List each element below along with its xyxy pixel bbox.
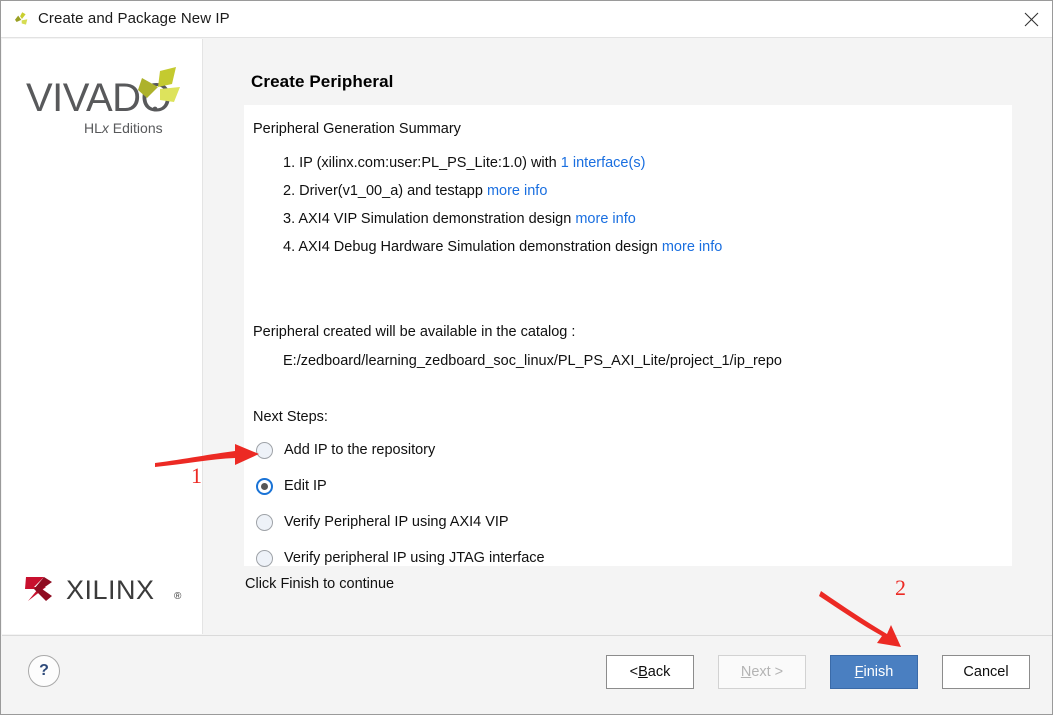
title-bar: Create and Package New IP bbox=[1, 1, 1052, 38]
summary-item-4: 4. AXI4 Debug Hardware Simulation demons… bbox=[283, 239, 722, 255]
radio-indicator-selected[interactable] bbox=[256, 477, 273, 495]
summary-item-2-link[interactable]: more info bbox=[487, 183, 547, 199]
summary-item-2-number: 2. bbox=[283, 183, 296, 199]
radio-label: Verify peripheral IP using JTAG interfac… bbox=[284, 550, 545, 566]
finish-button-accel: F bbox=[854, 664, 864, 680]
vivado-pinwheel-icon bbox=[12, 10, 32, 30]
summary-item-2: 2. Driver(v1_00_a) and testapp more info bbox=[283, 183, 547, 199]
next-button: Next > bbox=[718, 655, 806, 689]
back-button-post: ack bbox=[647, 664, 671, 680]
summary-item-3-number: 3. bbox=[283, 211, 296, 227]
back-button-accel: B bbox=[638, 664, 648, 680]
back-button-pre: < bbox=[629, 664, 639, 680]
xilinx-logo: XILINX ® bbox=[22, 569, 187, 609]
xilinx-wordmark: XILINX bbox=[66, 575, 155, 605]
sidebar-branding-panel: VIVADO HLx Editions XILINX ® bbox=[2, 39, 203, 634]
summary-item-4-link[interactable]: more info bbox=[662, 239, 722, 255]
summary-item-4-number: 4. bbox=[283, 239, 296, 255]
close-icon[interactable] bbox=[1008, 1, 1052, 37]
window-title: Create and Package New IP bbox=[38, 10, 230, 27]
radio-label: Edit IP bbox=[284, 478, 327, 494]
summary-item-2-text: Driver(v1_00_a) and testapp bbox=[299, 183, 487, 199]
next-button-accel: N bbox=[740, 664, 752, 680]
main-content: Create Peripheral Peripheral Generation … bbox=[203, 39, 1052, 634]
cancel-button-label: Cancel bbox=[963, 664, 1009, 680]
summary-item-1: 1. IP (xilinx.com:user:PL_PS_Lite:1.0) w… bbox=[283, 155, 645, 171]
summary-item-1-link[interactable]: 1 interface(s) bbox=[561, 155, 646, 171]
summary-item-1-text: IP (xilinx.com:user:PL_PS_Lite:1.0) with bbox=[299, 155, 561, 171]
finish-button-post: inish bbox=[863, 664, 894, 680]
catalog-path: E:/zedboard/learning_zedboard_soc_linux/… bbox=[283, 353, 782, 369]
radio-indicator[interactable] bbox=[256, 513, 273, 531]
finish-button[interactable]: Finish bbox=[830, 655, 918, 689]
xilinx-registered-mark: ® bbox=[174, 591, 182, 602]
cancel-button[interactable]: Cancel bbox=[942, 655, 1030, 689]
dialog-footer: ? < Back Next > Finish Cancel bbox=[2, 635, 1052, 714]
radio-option-add-ip-to-repository[interactable]: Add IP to the repository bbox=[256, 439, 435, 461]
summary-item-3-text: AXI4 VIP Simulation demonstration design bbox=[298, 211, 576, 227]
radio-indicator[interactable] bbox=[256, 549, 273, 567]
radio-option-verify-peripheral-ip-axi4-vip[interactable]: Verify Peripheral IP using AXI4 VIP bbox=[256, 511, 509, 533]
annotation-number-1: 1 bbox=[191, 463, 202, 488]
radio-indicator[interactable] bbox=[256, 441, 273, 459]
page-title: Create Peripheral bbox=[251, 72, 394, 91]
click-finish-hint: Click Finish to continue bbox=[245, 576, 395, 592]
help-button[interactable]: ? bbox=[28, 655, 60, 687]
summary-item-3-link[interactable]: more info bbox=[575, 211, 635, 227]
summary-item-1-number: 1. bbox=[283, 155, 296, 171]
summary-item-3: 3. AXI4 VIP Simulation demonstration des… bbox=[283, 211, 636, 227]
radio-label: Verify Peripheral IP using AXI4 VIP bbox=[284, 514, 509, 530]
vivado-subtitle: HLx Editions bbox=[84, 120, 163, 136]
create-and-package-new-ip-dialog: Create and Package New IP VIVADO HLx Edi… bbox=[0, 0, 1053, 715]
vivado-logo: VIVADO HLx Editions bbox=[24, 65, 184, 139]
radio-option-edit-ip[interactable]: Edit IP bbox=[256, 475, 327, 497]
radio-option-verify-peripheral-ip-jtag[interactable]: Verify peripheral IP using JTAG interfac… bbox=[256, 547, 545, 569]
back-button[interactable]: < Back bbox=[606, 655, 694, 689]
summary-heading: Peripheral Generation Summary bbox=[253, 121, 461, 137]
summary-panel: Peripheral Generation Summary 1. IP (xil… bbox=[244, 105, 1012, 569]
radio-label: Add IP to the repository bbox=[284, 442, 436, 458]
next-steps-label: Next Steps: bbox=[253, 409, 328, 425]
catalog-availability-text: Peripheral created will be available in … bbox=[253, 324, 576, 340]
next-button-post: ext > bbox=[751, 664, 784, 680]
summary-item-4-text: AXI4 Debug Hardware Simulation demonstra… bbox=[298, 239, 662, 255]
annotation-number-2: 2 bbox=[895, 575, 906, 600]
